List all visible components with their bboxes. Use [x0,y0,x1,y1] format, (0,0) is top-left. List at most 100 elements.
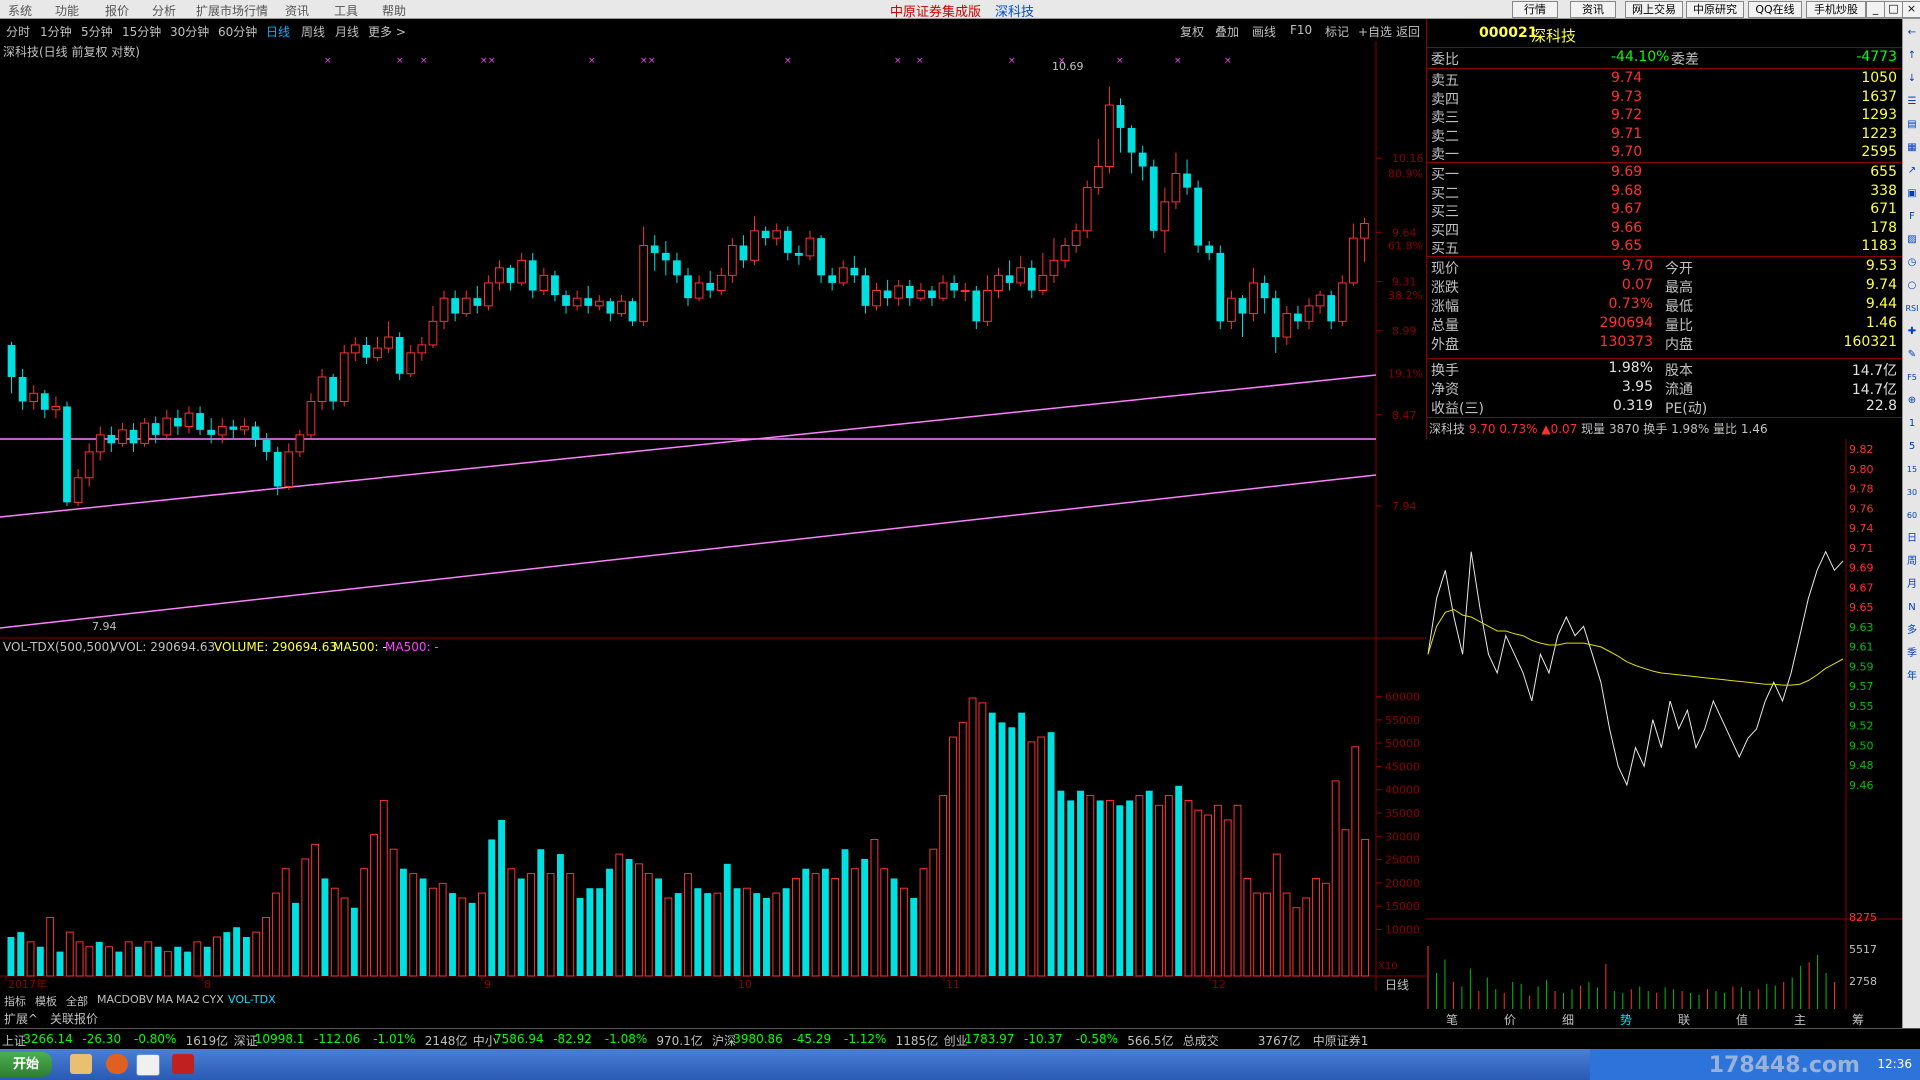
volume-bar[interactable] [135,946,142,976]
volume-bar[interactable] [606,868,613,976]
volume-bar[interactable] [1086,795,1095,977]
volume-bar[interactable] [1027,741,1036,977]
browser-icon[interactable] [106,1054,128,1074]
overlay-button[interactable]: 叠加 [1215,23,1239,40]
rt-tab[interactable]: 筹 [1852,1011,1864,1028]
tab-ma[interactable]: MA [156,993,173,1006]
volume-bar[interactable] [684,873,692,977]
volume-bar[interactable] [1194,809,1203,977]
ask-level-row[interactable]: 卖五 9.74 1050 [1431,70,1897,89]
period-weekly[interactable]: 周线 [301,23,325,40]
ask-level-row[interactable]: 卖三 9.72 1293 [1431,107,1897,126]
volume-bar[interactable] [537,849,545,976]
volume-bar[interactable] [458,897,467,977]
side-tool-icon[interactable]: 月 [1904,577,1920,593]
add-watchlist-button[interactable]: +自选 [1358,23,1392,40]
volume-bar[interactable] [340,897,349,977]
event-marker[interactable]: × [1224,56,1232,66]
volume-bar[interactable] [596,888,604,976]
tab-vol-tdx[interactable]: VOL-TDX [228,993,276,1006]
candle[interactable] [1216,245,1225,330]
volume-bar[interactable] [929,848,938,977]
volume-bar[interactable] [213,936,221,977]
bid-level-row[interactable]: 买二 9.68 338 [1431,183,1897,202]
volume-bar[interactable] [1341,829,1350,977]
volume-bar[interactable] [203,946,211,976]
volume-bar[interactable] [1096,800,1104,976]
volume-bar[interactable] [1233,804,1242,977]
rt-tab[interactable]: 联 [1678,1011,1690,1028]
side-tool-icon[interactable]: ▤ [1904,117,1920,133]
event-marker[interactable]: × [396,56,404,66]
volume-bar[interactable] [399,868,407,976]
menu-quote[interactable]: 报价 [105,2,129,19]
volume-bar[interactable] [831,877,840,977]
volume-bar[interactable] [1263,892,1271,977]
side-tool-icon[interactable]: F5 [1904,370,1920,386]
volume-bar[interactable] [1213,804,1222,977]
volume-bar[interactable] [379,799,388,977]
tab-all[interactable]: 全部 [66,993,88,1009]
volume-bar[interactable] [281,868,290,977]
ask-level-row[interactable]: 卖一 9.70 2595 [1431,144,1897,163]
volume-bar[interactable] [1077,790,1084,976]
side-tool-icon[interactable]: 季 [1904,646,1920,662]
volume-bar[interactable] [223,932,231,976]
volume-bar[interactable] [370,834,378,977]
tab-related-quote[interactable]: 关联报价 [50,1010,98,1027]
menu-news[interactable]: 资讯 [285,2,309,19]
volume-bar[interactable] [1302,897,1311,977]
volume-bar[interactable] [1047,732,1055,976]
volume-bar[interactable] [75,941,84,977]
side-tool-icon[interactable]: 周 [1904,554,1920,570]
volume-bar[interactable] [389,848,398,977]
period-daily[interactable]: 日线 [266,23,290,40]
volume-bar[interactable] [723,863,731,976]
back-button[interactable]: 返回 [1396,23,1420,40]
side-tool-icon[interactable]: ↑ [1904,48,1920,64]
volume-bar[interactable] [301,858,310,977]
event-marker[interactable]: × [1008,56,1016,66]
volume-bar[interactable] [655,878,662,976]
volume-bar[interactable] [144,941,153,977]
volume-bar[interactable] [753,893,761,976]
event-marker[interactable]: × [894,56,902,66]
maximize-icon[interactable]: □ [1884,1,1903,18]
candle[interactable] [395,332,404,381]
volume-bar[interactable] [419,878,427,976]
volume-bar[interactable] [1116,805,1124,976]
ask-level-row[interactable]: 卖四 9.73 1637 [1431,89,1897,108]
volume-bar[interactable] [1184,799,1193,977]
volume-bar[interactable] [1292,907,1301,977]
side-tool-icon[interactable]: 30 [1904,485,1920,501]
side-tool-icon[interactable]: 年 [1904,669,1920,685]
period-60min[interactable]: 60分钟 [218,23,257,40]
volume-bar[interactable] [36,946,44,976]
side-tool-icon[interactable]: ○ [1904,278,1920,294]
intraday-chart[interactable]: 9.82 9.80 9.78 9.76 9.74 9.71 9.69 9.67 9.65 9.63… [1426,439,1902,1009]
menu-system[interactable]: 系统 [8,2,32,19]
volume-bar[interactable] [1067,800,1075,976]
tab-extend[interactable]: 扩展^ [4,1010,38,1027]
event-marker[interactable]: × [1174,56,1182,66]
side-tool-icon[interactable]: N [1904,600,1920,616]
candle[interactable] [339,344,349,407]
event-marker[interactable]: × [488,56,496,66]
event-marker[interactable]: × [420,56,428,66]
volume-bar[interactable] [1135,795,1144,977]
rt-tab[interactable]: 笔 [1446,1011,1458,1028]
volume-bar[interactable] [939,795,948,977]
tab-indicator[interactable]: 指标 [4,993,26,1009]
side-tool-icon[interactable]: ▨ [1904,232,1920,248]
volume-bar[interactable] [46,916,55,977]
side-tool-icon[interactable]: 多 [1904,623,1920,639]
bid-level-row[interactable]: 买三 9.67 671 [1431,201,1897,220]
volume-bar[interactable] [271,892,280,977]
ie-icon[interactable] [136,1054,160,1076]
volume-bar[interactable] [449,893,456,976]
side-tool-icon[interactable]: ◷ [1904,255,1920,271]
volume-bar[interactable] [576,897,584,976]
volume-bar[interactable] [1351,746,1360,977]
tab-macd[interactable]: MACD [97,993,130,1006]
rt-tab[interactable]: 价 [1504,1011,1516,1028]
